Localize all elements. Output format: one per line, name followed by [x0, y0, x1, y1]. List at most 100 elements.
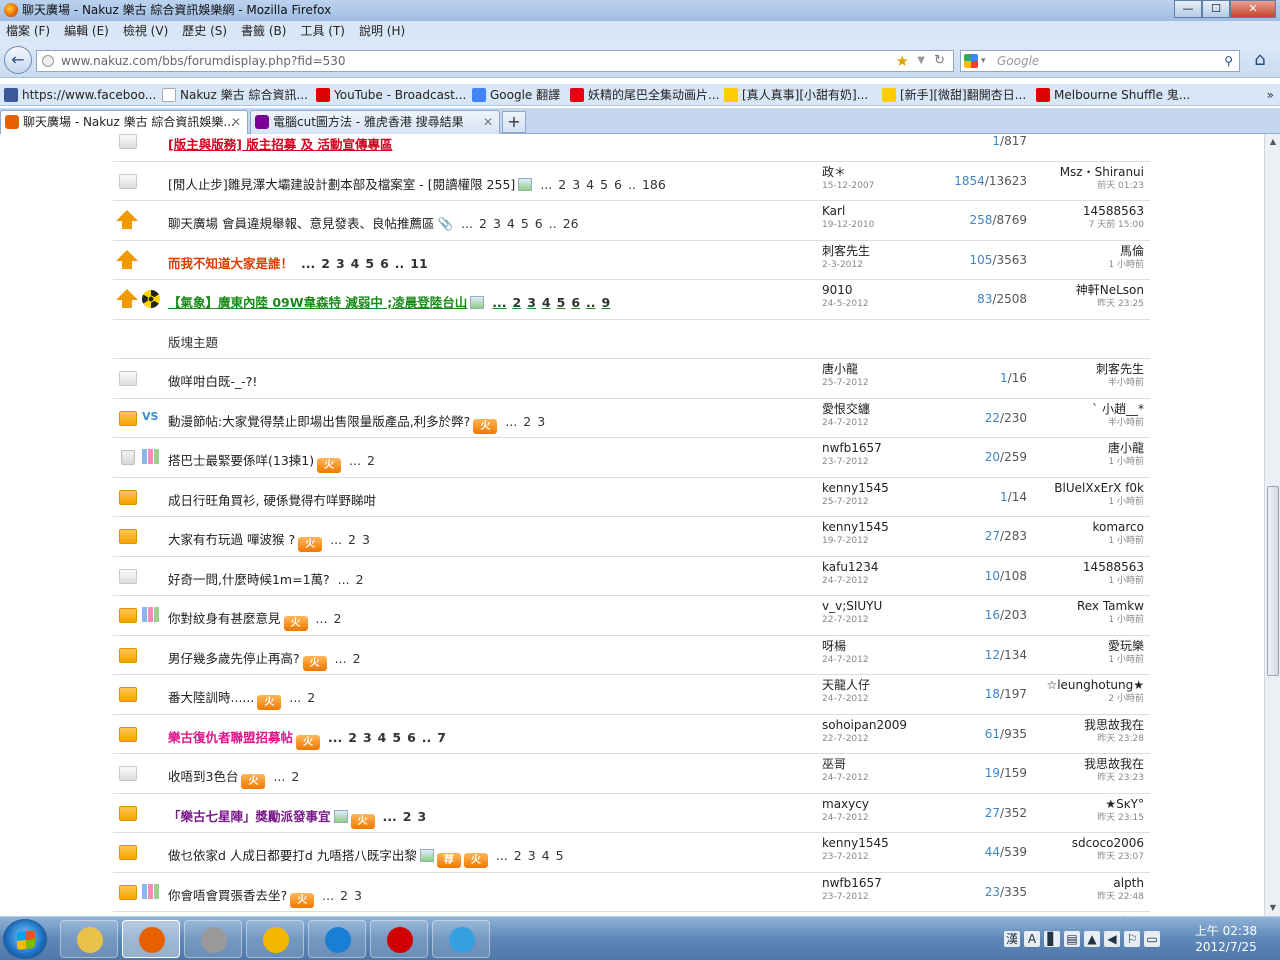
- last-poster[interactable]: Rex Tamkw: [1077, 599, 1144, 613]
- page-link[interactable]: 3: [363, 730, 372, 745]
- tray-icon[interactable]: 漢: [1004, 931, 1020, 947]
- page-link[interactable]: 5: [556, 848, 564, 863]
- last-poster[interactable]: 我思故我在: [1084, 718, 1144, 732]
- thread-title-link[interactable]: 大家有冇玩過 嘽波猴 ?: [168, 532, 295, 547]
- page-link[interactable]: 2: [523, 414, 531, 429]
- thread-title-link[interactable]: 聊天廣場 會員違規舉報、意見發表、良帖推薦區: [168, 216, 434, 231]
- page-link[interactable]: 3: [572, 177, 580, 192]
- author-name[interactable]: Karl: [822, 204, 845, 218]
- bookmark-item[interactable]: Melbourne Shuffle 鬼...: [1036, 84, 1190, 105]
- page-link[interactable]: 3: [417, 809, 426, 824]
- taskbar-app-media[interactable]: [184, 920, 242, 958]
- author-name[interactable]: v_v;SIUYU: [822, 599, 882, 613]
- page-link[interactable]: 2: [558, 177, 566, 192]
- thread-title-link[interactable]: 「樂古七星陣」獎勵派發事宜: [168, 809, 331, 824]
- bookmarks-overflow-icon[interactable]: »: [1267, 84, 1274, 105]
- browser-tab[interactable]: 聊天廣場 - Nakuz 樂古 綜合資訊娛樂... ✕: [0, 110, 248, 134]
- site-identity-icon[interactable]: [42, 55, 54, 67]
- page-link[interactable]: 6: [380, 256, 389, 271]
- page-link[interactable]: 5: [365, 256, 374, 271]
- page-link[interactable]: 5: [600, 177, 608, 192]
- author-name[interactable]: sohoipan2009: [822, 718, 907, 732]
- page-link[interactable]: 186: [642, 177, 666, 192]
- page-link[interactable]: 6: [535, 216, 543, 231]
- thread-title-link[interactable]: [版主與版務] 版主招募 及 活動宣傳專區: [168, 137, 392, 152]
- page-link[interactable]: 2: [356, 572, 364, 587]
- last-post-time[interactable]: 1 小時前: [1054, 496, 1144, 508]
- page-link[interactable]: 26: [563, 216, 579, 231]
- last-poster[interactable]: ★SĸY°: [1105, 797, 1144, 811]
- menu-item[interactable]: 編輯 (E): [64, 24, 109, 38]
- page-link[interactable]: 7: [437, 730, 446, 745]
- last-post-time[interactable]: 2 小時前: [1046, 693, 1144, 705]
- page-link[interactable]: 9: [602, 295, 611, 310]
- last-poster[interactable]: 14588563: [1083, 560, 1144, 574]
- url-bar[interactable]: www.nakuz.com/bbs/forumdisplay.php?fid=5…: [36, 50, 954, 72]
- thread-title-link[interactable]: 樂古復仇者聯盟招募帖: [168, 730, 293, 745]
- menu-item[interactable]: 說明 (H): [359, 24, 405, 38]
- last-post-time[interactable]: 1 小時前: [1083, 575, 1144, 587]
- last-post-time[interactable]: 1 小時前: [1077, 614, 1144, 626]
- page-link[interactable]: 6: [571, 295, 580, 310]
- reload-icon[interactable]: ↻: [934, 51, 945, 71]
- bookmark-item[interactable]: YouTube - Broadcast...: [316, 84, 466, 105]
- taskbar-app-firefox[interactable]: [122, 920, 180, 958]
- page-link[interactable]: 4: [351, 256, 360, 271]
- tray-icon[interactable]: ▲: [1084, 931, 1100, 947]
- thread-title-link[interactable]: 男仔幾多歲先停止再高?: [168, 651, 300, 666]
- thread-title-link[interactable]: 你對紋身有甚麼意見: [168, 611, 281, 626]
- bookmark-item[interactable]: https://www.faceboo...: [4, 84, 156, 105]
- thread-title-link[interactable]: 動漫節帖:大家覺得禁止即場出售限量版產品,利多於弊?: [168, 414, 470, 429]
- thread-title-link[interactable]: 搭巴士最緊要係咩(13揀1): [168, 453, 314, 468]
- thread-title-link[interactable]: 成日行旺角買衫, 硬係覺得冇咩野睇咁: [168, 493, 376, 508]
- search-input[interactable]: ▾ Google ⚲: [960, 50, 1240, 72]
- thread-title-link[interactable]: [閒人止步]雛見澤大壩建設計劃本部及檔案室 - [閱讀權限 255]: [168, 177, 515, 192]
- thread-title-link[interactable]: 好奇一問,什麼時候1m=1萬?: [168, 572, 330, 587]
- page-link[interactable]: 2: [348, 730, 357, 745]
- close-button[interactable]: ✕: [1230, 0, 1276, 18]
- page-link[interactable]: 2: [307, 690, 315, 705]
- start-button[interactable]: [3, 919, 47, 959]
- page-link[interactable]: 5: [521, 216, 529, 231]
- menu-item[interactable]: 歷史 (S): [182, 24, 227, 38]
- browser-tab[interactable]: 電腦cut圖方法 - 雅虎香港 搜尋結果 ✕: [250, 110, 500, 134]
- tray-icon[interactable]: ▤: [1064, 931, 1080, 947]
- last-post-time[interactable]: 1 小時前: [1108, 259, 1144, 271]
- last-poster[interactable]: 愛玩樂: [1108, 639, 1144, 653]
- author-name[interactable]: 唐小龍: [822, 362, 858, 376]
- tray-icon[interactable]: A: [1024, 931, 1040, 947]
- page-link[interactable]: 3: [527, 295, 536, 310]
- last-poster[interactable]: Msz・Shiranui: [1060, 165, 1144, 179]
- author-name[interactable]: 巫哥: [822, 757, 846, 771]
- page-link[interactable]: 2: [403, 809, 412, 824]
- home-icon[interactable]: ⌂: [1248, 48, 1272, 72]
- bookmark-star-icon[interactable]: ★: [896, 51, 909, 71]
- back-button[interactable]: ←: [4, 46, 32, 74]
- last-post-time[interactable]: 半小時前: [1092, 417, 1144, 429]
- last-poster[interactable]: 神軒NeLson: [1076, 283, 1144, 297]
- author-name[interactable]: 天龍人仔: [822, 678, 870, 692]
- page-link[interactable]: 2: [513, 295, 522, 310]
- last-poster[interactable]: 唐小龍: [1108, 441, 1144, 455]
- system-clock[interactable]: 上午 02:38 2012/7/25: [1190, 923, 1262, 955]
- taskbar-app-explorer[interactable]: [60, 920, 118, 958]
- taskbar-app-video[interactable]: [370, 920, 428, 958]
- author-name[interactable]: kafu1234: [822, 560, 878, 574]
- author-name[interactable]: 愛恨交纏: [822, 402, 870, 416]
- search-engine-dropdown-icon[interactable]: ▾: [981, 51, 986, 71]
- last-post-time[interactable]: 昨天 23:28: [1084, 733, 1144, 745]
- page-link[interactable]: 2: [333, 611, 341, 626]
- page-link[interactable]: 4: [507, 216, 515, 231]
- author-name[interactable]: 政＊: [822, 165, 846, 179]
- tab-close-icon[interactable]: ✕: [483, 111, 493, 133]
- page-link[interactable]: 3: [537, 414, 545, 429]
- page-link[interactable]: 6: [407, 730, 416, 745]
- page-link[interactable]: 3: [528, 848, 536, 863]
- last-post-time[interactable]: 半小時前: [1096, 377, 1144, 389]
- author-name[interactable]: kenny1545: [822, 836, 889, 850]
- menu-item[interactable]: 工具 (T): [300, 24, 345, 38]
- thread-title-link[interactable]: 【氣象】廣東內陸 09W韋森特 減弱中 ;凌晨登陸台山: [168, 295, 467, 310]
- last-poster[interactable]: ☆leunghotung★: [1046, 678, 1144, 692]
- page-link[interactable]: 2: [291, 769, 299, 784]
- menu-item[interactable]: 檔案 (F): [6, 24, 50, 38]
